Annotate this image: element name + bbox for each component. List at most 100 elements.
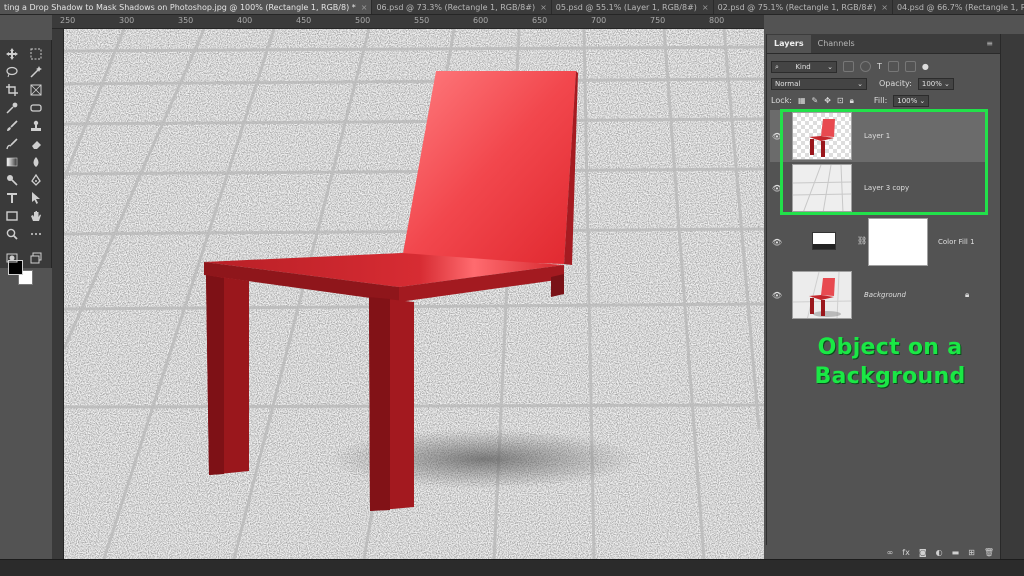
- canvas-image: [64, 29, 764, 559]
- hand-tool-icon[interactable]: [28, 208, 44, 224]
- link-layers-icon[interactable]: ∞: [887, 548, 894, 557]
- frame-tool-icon[interactable]: [28, 82, 44, 98]
- layer-filter-row: ⌕ Kind ⌄ T ●: [767, 58, 1000, 75]
- adjustment-layer-icon[interactable]: ◐: [936, 548, 943, 557]
- marquee-tool-icon[interactable]: [28, 46, 44, 62]
- caption-line: Background: [814, 364, 966, 389]
- ruler-label: 600: [473, 16, 489, 25]
- link-chain-icon[interactable]: ⛓︎: [857, 236, 867, 245]
- lock-transparent-icon[interactable]: ▦: [798, 96, 806, 105]
- document-tab-bar: ting a Drop Shadow to Mask Shadows on Ph…: [0, 0, 1024, 15]
- layer-thumbnail: [792, 271, 852, 319]
- more-tools-icon[interactable]: [28, 226, 44, 242]
- document-tab-label: 05.psd @ 55.1% (Layer 1, RGB/8#): [555, 3, 697, 12]
- panel-tabs: Layers Channels ≡: [767, 34, 1000, 54]
- chevron-down-icon: ⌄: [919, 96, 926, 105]
- lock-pixels-icon[interactable]: ✎: [812, 96, 819, 105]
- document-tab[interactable]: ting a Drop Shadow to Mask Shadows on Ph…: [0, 0, 373, 14]
- rectangle-tool-icon[interactable]: [4, 208, 20, 224]
- crop-tool-icon[interactable]: [4, 82, 20, 98]
- path-selection-icon[interactable]: [28, 190, 44, 206]
- ruler-label: 650: [532, 16, 548, 25]
- lasso-tool-icon[interactable]: [4, 64, 20, 80]
- ruler-label: 250: [60, 16, 76, 25]
- layers-panel-footer: ∞ fx ◙ ◐ ▬ ⊞ 🗑︎: [766, 545, 1000, 559]
- document-tab-label: 02.psd @ 75.1% (Rectangle 1, RGB/8#): [717, 3, 877, 12]
- kind-filter-label: Kind: [795, 62, 811, 71]
- close-icon[interactable]: ×: [881, 0, 888, 14]
- layer-highlight-box: [780, 109, 988, 215]
- move-tool-icon[interactable]: [4, 46, 20, 62]
- smart-object-filter-icon[interactable]: [904, 61, 916, 72]
- type-filter-icon[interactable]: T: [877, 62, 882, 71]
- tools-panel: [0, 40, 52, 285]
- pen-tool-icon[interactable]: [28, 172, 44, 188]
- fill-input[interactable]: 100% ⌄: [893, 94, 930, 107]
- layer-row[interactable]: 👁︎ ⛓︎ Color Fill 1: [770, 216, 988, 268]
- zoom-tool-icon[interactable]: [4, 226, 20, 242]
- visibility-eye-icon[interactable]: 👁︎: [770, 269, 784, 321]
- new-layer-icon[interactable]: ⊞: [968, 548, 975, 557]
- layer-mask-thumbnail: [868, 218, 928, 266]
- delete-layer-icon[interactable]: 🗑︎: [984, 548, 994, 557]
- visibility-eye-icon[interactable]: 👁︎: [770, 216, 784, 268]
- lock-artboard-icon[interactable]: ⊡: [837, 96, 844, 105]
- gradient-tool-icon[interactable]: [4, 154, 20, 170]
- filter-toggle-icon[interactable]: ●: [922, 62, 929, 71]
- layer-row[interactable]: 👁︎ Background 🔒︎: [770, 269, 988, 321]
- close-icon[interactable]: ×: [540, 0, 547, 14]
- blend-row: Normal ⌄ Opacity: 100% ⌄: [767, 75, 1000, 92]
- ruler-label: 450: [296, 16, 312, 25]
- stamp-tool-icon[interactable]: [28, 118, 44, 134]
- type-tool-icon[interactable]: [4, 190, 20, 206]
- tab-layers[interactable]: Layers: [767, 35, 811, 53]
- kind-filter-select[interactable]: ⌕ Kind ⌄: [771, 60, 837, 73]
- eyedropper-icon[interactable]: [4, 100, 20, 116]
- blend-mode-select[interactable]: Normal ⌄: [771, 77, 867, 90]
- document-canvas[interactable]: [64, 29, 764, 559]
- shape-filter-icon[interactable]: [887, 61, 899, 72]
- document-tab[interactable]: 06.psd @ 73.3% (Rectangle 1, RGB/8#) ×: [372, 0, 552, 14]
- adjustment-filter-icon[interactable]: [860, 61, 871, 72]
- panel-dock-strip: [1000, 34, 1024, 559]
- magic-wand-icon[interactable]: [28, 64, 44, 80]
- layer-name: Color Fill 1: [938, 238, 975, 246]
- opacity-label: Opacity:: [879, 79, 912, 88]
- lock-position-icon[interactable]: ✥: [824, 96, 831, 105]
- eraser-tool-icon[interactable]: [28, 136, 44, 152]
- layer-style-icon[interactable]: fx: [902, 548, 910, 557]
- chevron-down-icon: ⌄: [857, 79, 863, 88]
- opacity-input[interactable]: 100% ⌄: [917, 77, 954, 90]
- lock-icon: 🔒︎: [965, 290, 970, 299]
- blur-tool-icon[interactable]: [28, 154, 44, 170]
- frame-rect-icon[interactable]: [28, 100, 44, 116]
- brush-tool-icon[interactable]: [4, 118, 20, 134]
- dodge-tool-icon[interactable]: [4, 172, 20, 188]
- horizontal-ruler[interactable]: 250 300 350 400 450 500 550 600 650 700 …: [52, 15, 764, 29]
- document-tab-label: ting a Drop Shadow to Mask Shadows on Ph…: [4, 3, 356, 12]
- add-mask-icon[interactable]: ◙: [919, 548, 927, 557]
- history-brush-icon[interactable]: [4, 136, 20, 152]
- document-tab-label: 04.psd @ 66.7% (Rectangle 1, RGB/8#): [896, 3, 1024, 12]
- vertical-ruler[interactable]: [52, 29, 64, 559]
- photoshop-window: ting a Drop Shadow to Mask Shadows on Ph…: [0, 0, 1024, 576]
- lock-all-icon[interactable]: 🔒︎: [850, 96, 854, 106]
- close-icon[interactable]: ×: [702, 0, 709, 14]
- tab-channels[interactable]: Channels: [811, 35, 862, 53]
- new-group-icon[interactable]: ▬: [952, 548, 960, 557]
- document-tab[interactable]: 02.psd @ 75.1% (Rectangle 1, RGB/8#) ×: [714, 0, 893, 14]
- close-icon[interactable]: ×: [361, 0, 368, 14]
- ruler-label: 300: [119, 16, 135, 25]
- document-tab[interactable]: 04.psd @ 66.7% (Rectangle 1, RGB/8#)×: [893, 0, 1024, 14]
- opacity-value: 100%: [921, 79, 942, 88]
- screen-mode-icon[interactable]: [28, 250, 44, 266]
- panel-menu-icon[interactable]: ≡: [979, 35, 1000, 53]
- document-tab[interactable]: 05.psd @ 55.1% (Layer 1, RGB/8#) ×: [552, 0, 714, 14]
- ruler-label: 550: [414, 16, 430, 25]
- lock-label: Lock:: [771, 96, 792, 105]
- chevron-down-icon: ⌄: [827, 62, 833, 71]
- caption-line: Object on a: [817, 335, 963, 360]
- quick-mask-icon[interactable]: [4, 250, 20, 266]
- pixel-filter-icon[interactable]: [843, 61, 854, 72]
- ruler-label: 350: [178, 16, 194, 25]
